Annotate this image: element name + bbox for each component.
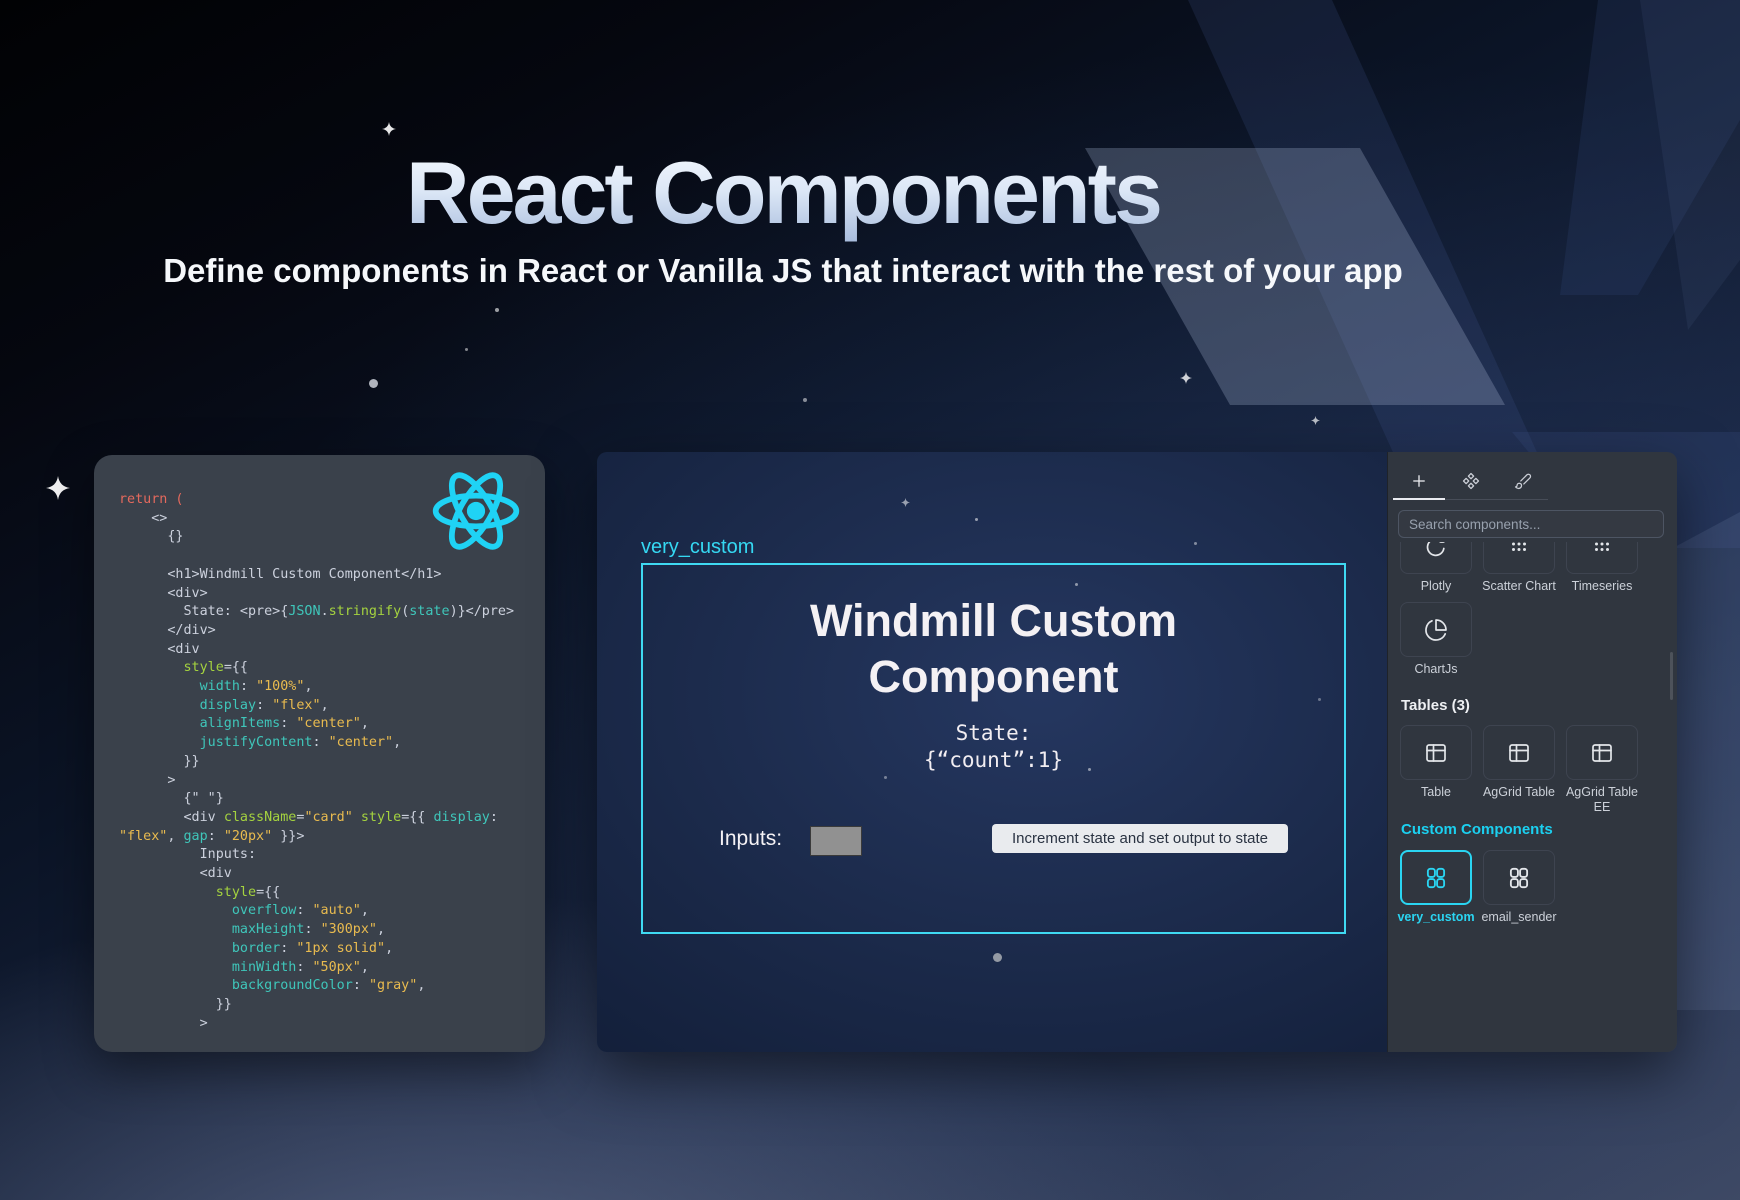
star-decoration (1194, 542, 1197, 545)
star-decoration (495, 308, 499, 312)
increment-state-button[interactable]: Increment state and set output to state (992, 824, 1288, 853)
component-card-table[interactable]: Table (1400, 725, 1472, 815)
add-component-tab[interactable] (1393, 464, 1445, 498)
app-canvas[interactable]: very_custom Windmill Custom Component St… (597, 452, 1387, 1052)
component-card-label: Scatter Chart (1477, 579, 1561, 594)
page-subtitle: Define components in React or Vanilla JS… (0, 252, 1566, 290)
chart-components-grid: Plotly Scatter Chart Timeseries ChartJs (1400, 542, 1666, 677)
star-decoration (1180, 372, 1192, 384)
star-decoration (803, 398, 807, 402)
pie-chart-icon (1424, 618, 1448, 642)
table-icon (1424, 741, 1448, 765)
component-heading: Windmill Custom Component (643, 593, 1344, 705)
component-card-label: Table (1394, 785, 1478, 800)
component-card-very-custom[interactable]: very_custom (1400, 850, 1472, 925)
active-tab-underline (1393, 498, 1445, 500)
paintbrush-icon (1514, 472, 1532, 490)
custom-component-icon (1423, 865, 1449, 891)
code-editor-panel: return ( <> {} <h1>Windmill Custom Compo… (94, 455, 545, 1052)
star-decoration (975, 518, 978, 521)
page: React Components Define components in Re… (0, 0, 1740, 1200)
component-card-chartjs[interactable]: ChartJs (1400, 602, 1472, 677)
page-title: React Components (0, 142, 1566, 244)
search-components-input[interactable] (1398, 510, 1664, 538)
component-state: State: {“count”:1} (643, 720, 1344, 774)
component-card-label: AgGrid Table EE (1560, 785, 1644, 815)
component-resize-handle[interactable] (993, 953, 1002, 962)
selected-component-id-label: very_custom (641, 536, 754, 559)
sidebar-tabs (1393, 464, 1549, 498)
star-decoration (369, 379, 378, 388)
tables-section-header: Tables (3) (1401, 697, 1470, 714)
selected-custom-component[interactable]: Windmill Custom Component State: {“count… (641, 563, 1346, 934)
star-decoration (901, 498, 910, 507)
custom-components-header: Custom Components (1401, 821, 1553, 838)
component-card-label: ChartJs (1394, 662, 1478, 677)
star-decoration (46, 476, 70, 500)
tables-components-grid: Table AgGrid Table AgGrid Table EE (1400, 725, 1666, 815)
inputs-label: Inputs: (719, 827, 782, 851)
custom-components-grid: very_custom email_sender (1400, 850, 1666, 925)
component-card-label: very_custom (1394, 910, 1478, 925)
plus-icon (1410, 472, 1428, 490)
star-decoration (465, 348, 468, 351)
component-card-label: Plotly (1394, 579, 1478, 594)
custom-component-icon (1506, 865, 1532, 891)
app-editor-window: very_custom Windmill Custom Component St… (597, 452, 1677, 1052)
state-label: State: (643, 720, 1344, 747)
component-icon (1462, 472, 1480, 490)
component-card-email-sender[interactable]: email_sender (1483, 850, 1555, 925)
star-decoration (1311, 416, 1320, 425)
component-card-aggrid-table[interactable]: AgGrid Table (1483, 725, 1555, 815)
plotly-icon (1424, 542, 1448, 559)
component-card-label: Timeseries (1560, 579, 1644, 594)
table-icon (1590, 741, 1614, 765)
star-decoration (382, 122, 396, 136)
component-card-timeseries[interactable]: Timeseries (1566, 542, 1638, 594)
components-tab[interactable] (1445, 464, 1497, 498)
component-card-scatter-chart[interactable]: Scatter Chart (1483, 542, 1555, 594)
scatter-chart-icon (1507, 542, 1531, 559)
sidebar-scrollbar[interactable] (1670, 652, 1673, 700)
scatter-chart-icon (1590, 542, 1614, 559)
table-icon (1507, 741, 1531, 765)
component-palette-sidebar: Plotly Scatter Chart Timeseries ChartJs … (1387, 452, 1677, 1052)
state-value: {“count”:1} (643, 747, 1344, 774)
component-card-aggrid-table-ee[interactable]: AgGrid Table EE (1566, 725, 1638, 815)
react-logo-icon (428, 465, 524, 557)
component-card-plotly[interactable]: Plotly (1400, 542, 1472, 594)
inputs-value-box[interactable] (810, 826, 862, 856)
component-list: Plotly Scatter Chart Timeseries ChartJs … (1388, 542, 1677, 1052)
component-card-label: email_sender (1477, 910, 1561, 925)
component-card-label: AgGrid Table (1477, 785, 1561, 800)
styling-tab[interactable] (1497, 464, 1549, 498)
